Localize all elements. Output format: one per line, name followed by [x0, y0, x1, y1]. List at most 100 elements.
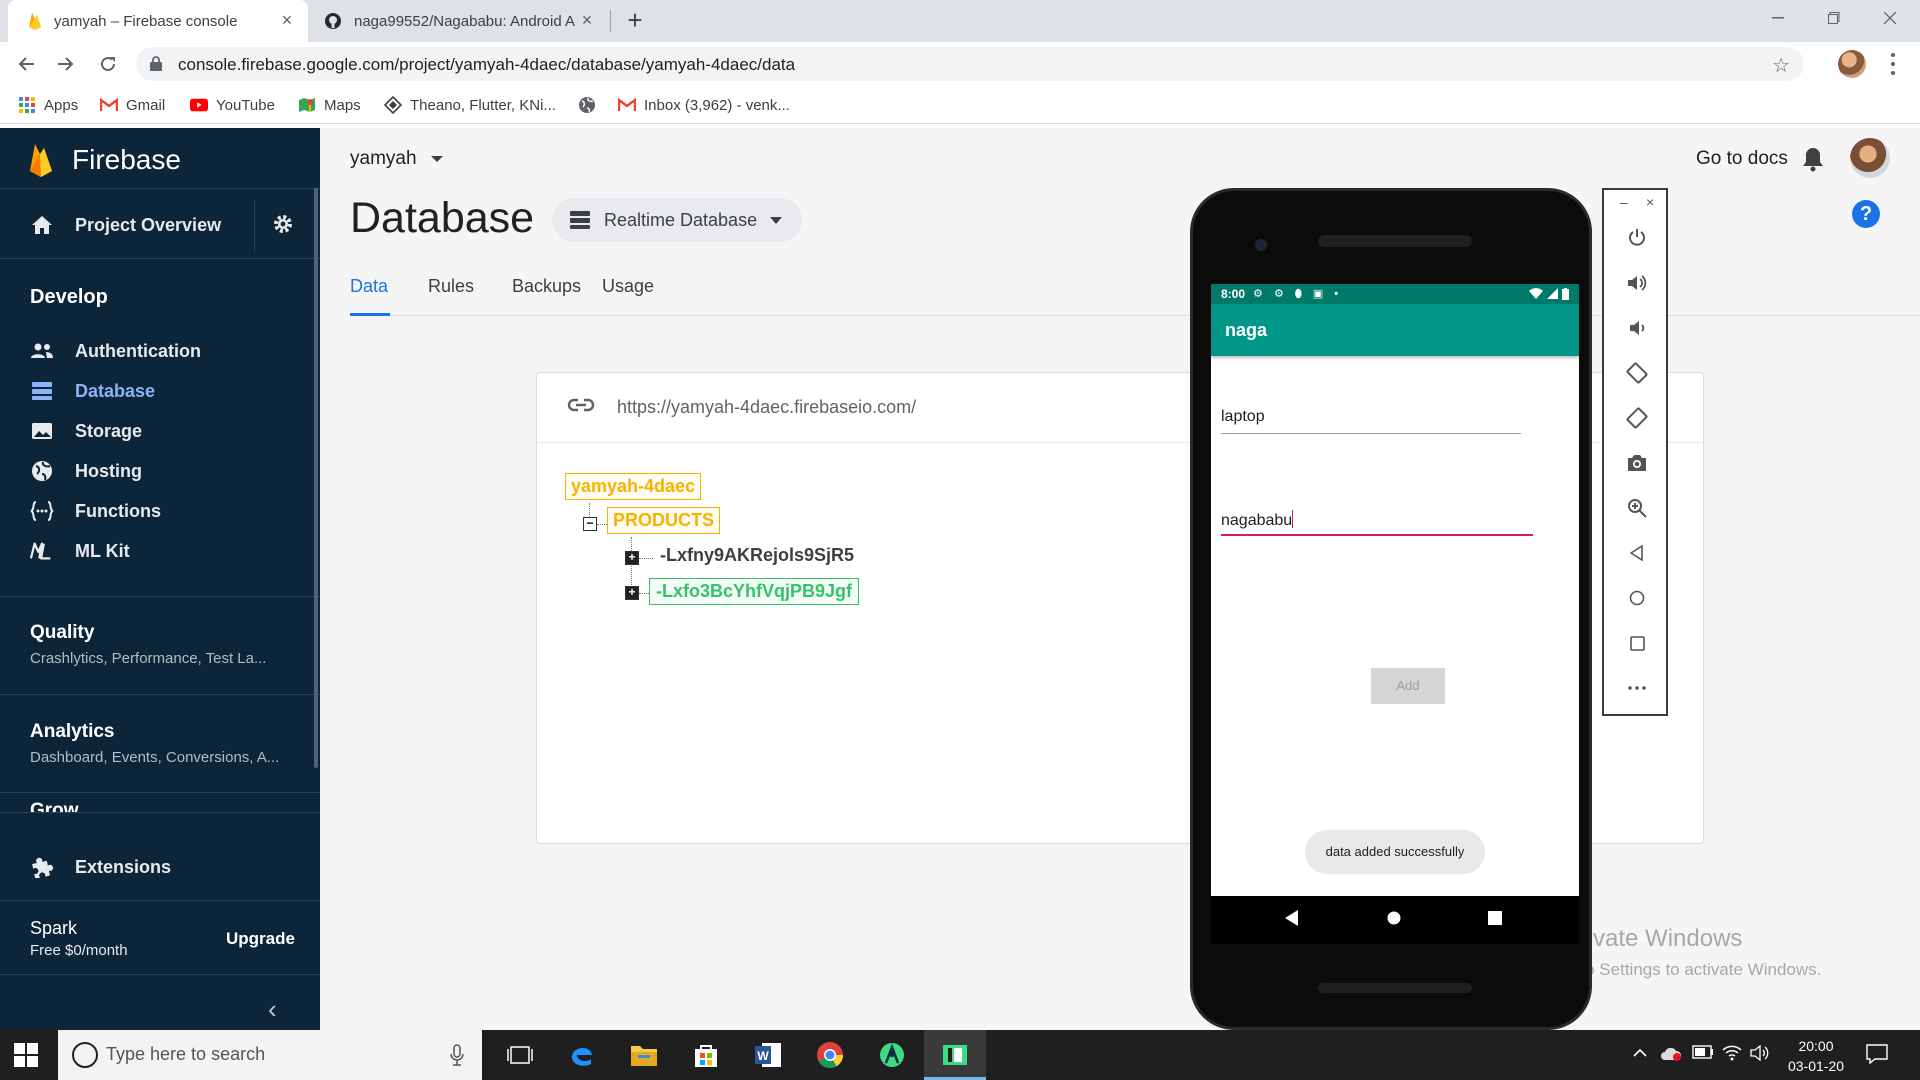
- sidebar-item-hosting[interactable]: Hosting: [30, 458, 142, 484]
- sidebar-item-project-overview[interactable]: Project Overview: [30, 212, 221, 238]
- rotate-right-icon[interactable]: [1625, 406, 1649, 430]
- firebase-brand[interactable]: Firebase: [28, 142, 181, 178]
- tab-usage[interactable]: Usage: [602, 276, 654, 316]
- link-icon[interactable]: [567, 397, 595, 413]
- show-hidden-icons-chevron-icon[interactable]: [1632, 1045, 1648, 1061]
- microphone-icon[interactable]: [450, 1044, 464, 1066]
- nav-back-icon[interactable]: [1285, 910, 1299, 926]
- bookmark-apps[interactable]: Apps: [18, 94, 78, 116]
- home-icon[interactable]: [1625, 586, 1649, 610]
- tab-close-icon[interactable]: ×: [278, 11, 296, 29]
- help-icon[interactable]: ?: [1852, 200, 1880, 228]
- zoom-icon[interactable]: [1625, 496, 1649, 520]
- sidebar-item-storage[interactable]: Storage: [30, 418, 142, 444]
- bookmark-youtube[interactable]: YouTube: [190, 94, 275, 116]
- close-icon[interactable]: ×: [1646, 194, 1654, 210]
- collapse-sidebar-chevron-icon[interactable]: ‹: [268, 994, 277, 1025]
- add-button[interactable]: Add: [1371, 668, 1445, 704]
- new-tab-icon[interactable]: +: [622, 7, 648, 34]
- back-arrow-icon[interactable]: [12, 50, 40, 78]
- sidebar-section-develop[interactable]: Develop: [30, 286, 108, 309]
- bookmark-gmail[interactable]: Gmail: [100, 94, 165, 116]
- user-avatar[interactable]: [1850, 138, 1890, 178]
- android-studio-icon[interactable]: [876, 1039, 908, 1071]
- windows-start-icon[interactable]: [14, 1043, 38, 1067]
- camera-icon[interactable]: [1625, 451, 1649, 475]
- browser-tab-github[interactable]: naga99552/Nagababu: Android A ×: [318, 0, 608, 42]
- sidebar-item-functions[interactable]: Functions: [30, 498, 161, 524]
- file-explorer-icon[interactable]: [628, 1039, 660, 1071]
- nav-home-icon[interactable]: [1387, 911, 1401, 925]
- product-name-input[interactable]: laptop: [1221, 408, 1521, 434]
- tree-node-products[interactable]: PRODUCTS: [607, 507, 721, 534]
- expand-node-icon[interactable]: +: [625, 551, 639, 565]
- taskbar-clock[interactable]: 20:00 03-01-20: [1784, 1036, 1848, 1076]
- more-icon[interactable]: [1625, 676, 1649, 700]
- notifications-bell-icon[interactable]: [1802, 146, 1824, 172]
- back-icon[interactable]: [1625, 541, 1649, 565]
- tab-backups[interactable]: Backups: [512, 276, 581, 316]
- wifi-icon[interactable]: [1722, 1045, 1742, 1061]
- forward-arrow-icon[interactable]: [52, 50, 80, 78]
- sidebar-section-grow[interactable]: Grow: [30, 800, 79, 812]
- tree-node-key[interactable]: -Lxfo3BcYhfVqjPB9Jgf: [649, 578, 860, 605]
- collapse-node-icon[interactable]: −: [583, 517, 597, 531]
- emulator-app-icon[interactable]: [939, 1039, 971, 1071]
- expand-node-icon[interactable]: +: [625, 586, 639, 600]
- tab-close-icon[interactable]: ×: [578, 11, 596, 29]
- database-icon: [30, 379, 54, 403]
- store-icon[interactable]: [690, 1039, 722, 1071]
- battery-icon[interactable]: [1692, 1045, 1714, 1059]
- rotate-left-icon[interactable]: [1625, 361, 1649, 385]
- cloud-sync-icon[interactable]: [1660, 1045, 1682, 1061]
- sidebar-item-authentication[interactable]: Authentication: [30, 338, 201, 364]
- volume-up-icon[interactable]: [1625, 271, 1649, 295]
- chevron-down-icon: [430, 156, 443, 162]
- notification-center-icon[interactable]: [1866, 1044, 1888, 1064]
- edge-browser-icon[interactable]: [566, 1039, 598, 1071]
- browser-menu-icon[interactable]: [1888, 51, 1898, 77]
- tab-data[interactable]: Data: [350, 276, 390, 316]
- tree-node-key[interactable]: -Lxfny9AKRejols9SjR5: [655, 543, 859, 568]
- bookmark-globe[interactable]: [578, 94, 604, 116]
- sidebar-item-extensions[interactable]: Extensions: [30, 854, 171, 880]
- tree-node-root[interactable]: yamyah-4daec: [565, 473, 702, 500]
- power-icon[interactable]: [1625, 226, 1649, 250]
- bookmark-star-icon[interactable]: ☆: [1772, 53, 1790, 78]
- github-favicon-icon: [324, 12, 342, 30]
- address-bar[interactable]: console.firebase.google.com/project/yamy…: [136, 47, 1804, 81]
- restore-icon[interactable]: [1806, 0, 1862, 36]
- bookmark-inbox[interactable]: Inbox (3,962) - venk...: [618, 94, 790, 116]
- close-window-icon[interactable]: [1862, 0, 1918, 36]
- bookmark-theano[interactable]: Theano, Flutter, KNi...: [384, 94, 556, 116]
- minimize-icon[interactable]: [1750, 0, 1806, 36]
- task-view-icon[interactable]: [504, 1039, 536, 1071]
- user-name-input[interactable]: nagababu: [1221, 510, 1533, 536]
- sidebar-item-database[interactable]: Database: [30, 378, 155, 404]
- database-type-dropdown[interactable]: Realtime Database: [552, 198, 802, 242]
- settings-gear-icon[interactable]: [272, 213, 294, 235]
- reload-icon[interactable]: [94, 50, 122, 78]
- sidebar-divider: [0, 974, 320, 975]
- sidebar-item-ml-kit[interactable]: ML Kit: [30, 538, 130, 564]
- browser-tab-firebase[interactable]: yamyah – Firebase console ×: [8, 0, 308, 42]
- volume-icon[interactable]: [1750, 1045, 1770, 1061]
- chrome-icon[interactable]: [814, 1039, 846, 1071]
- volume-down-icon[interactable]: [1625, 316, 1649, 340]
- sidebar-scrollbar[interactable]: [314, 188, 318, 768]
- tab-rules[interactable]: Rules: [428, 276, 474, 316]
- sidebar-section-quality[interactable]: Quality: [30, 622, 94, 644]
- minimize-icon[interactable]: –: [1620, 194, 1628, 210]
- browser-profile-avatar[interactable]: [1838, 50, 1866, 78]
- taskbar-search-box[interactable]: Type here to search: [58, 1030, 482, 1080]
- sidebar-section-analytics[interactable]: Analytics: [30, 721, 114, 743]
- bookmark-maps[interactable]: Maps: [298, 94, 361, 116]
- upgrade-button[interactable]: Upgrade: [226, 929, 295, 949]
- puzzle-icon: [30, 855, 54, 879]
- tree-connector: [639, 558, 653, 559]
- nav-overview-icon[interactable]: [1488, 911, 1502, 925]
- overview-icon[interactable]: [1625, 631, 1649, 655]
- project-selector[interactable]: yamyah: [350, 148, 443, 170]
- go-to-docs-link[interactable]: Go to docs: [1696, 148, 1788, 170]
- word-icon[interactable]: W: [752, 1039, 784, 1071]
